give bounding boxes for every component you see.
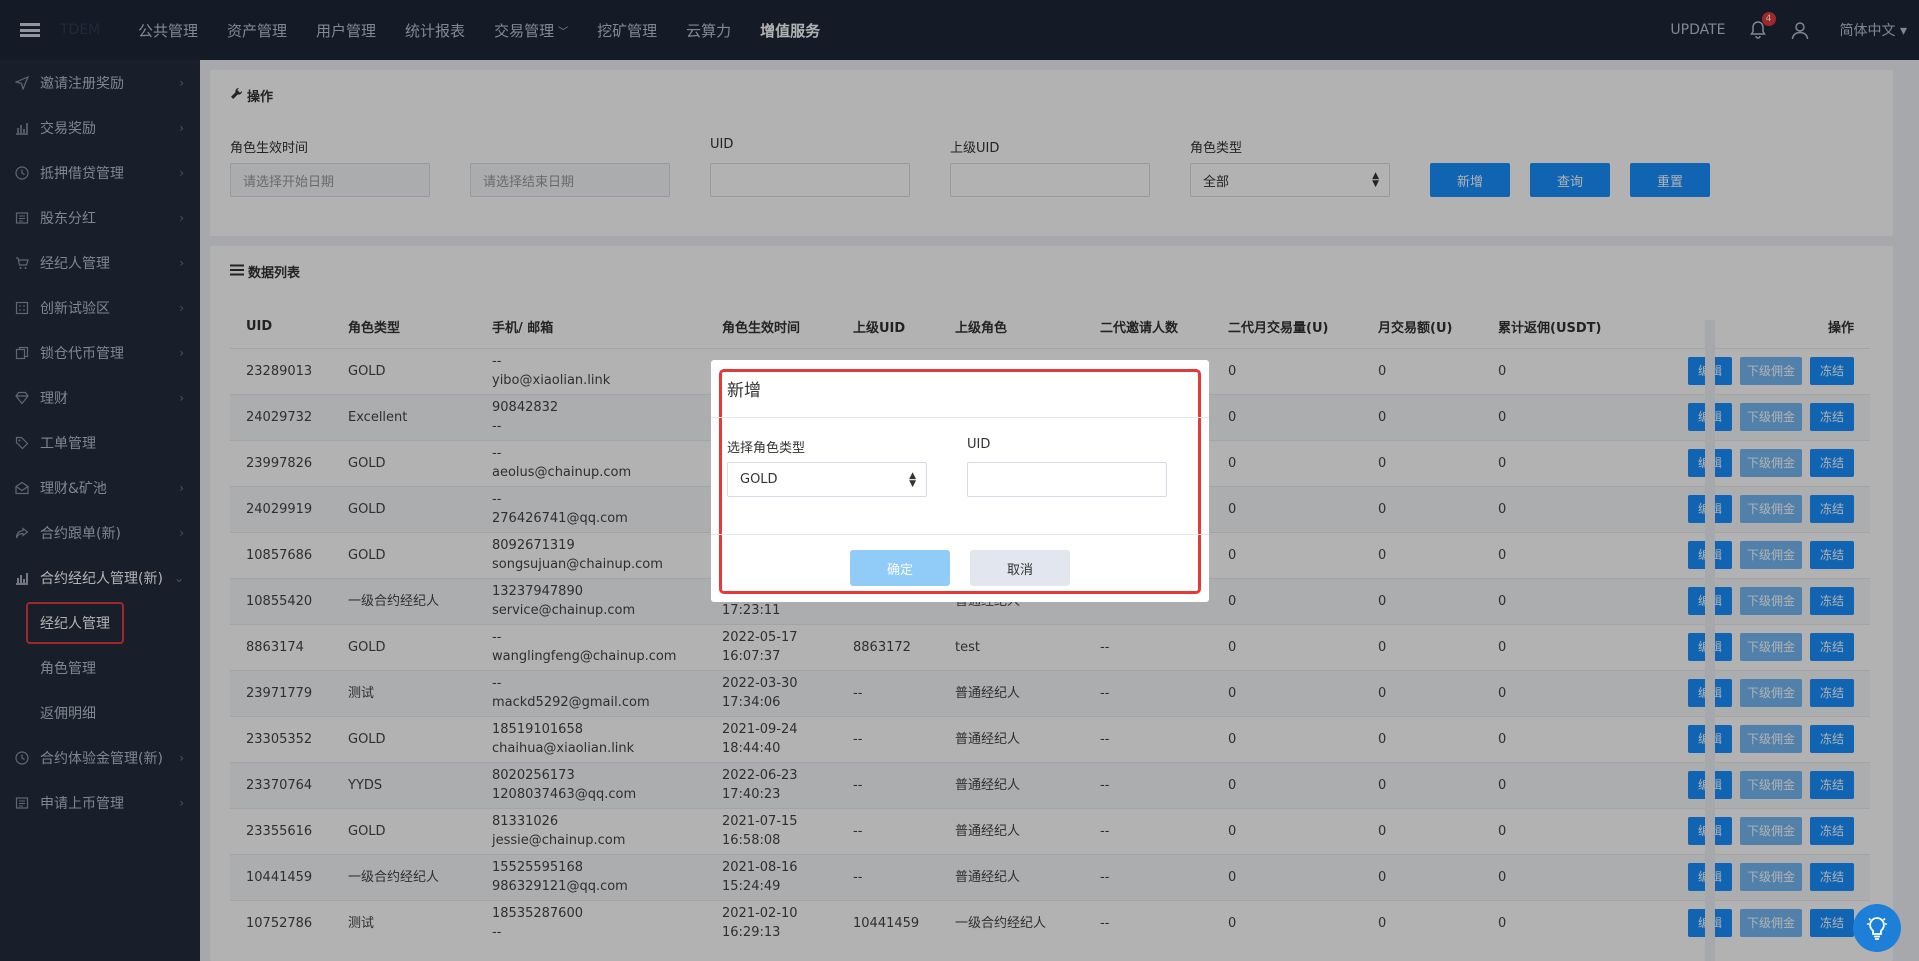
lightbulb-icon[interactable] xyxy=(1853,904,1901,952)
confirm-button[interactable]: 确定 xyxy=(850,550,950,586)
modal-uid-label: UID xyxy=(967,437,991,452)
modal-uid-input[interactable] xyxy=(967,462,1167,497)
role-select-label: 选择角色类型 xyxy=(727,441,806,456)
role-select[interactable]: GOLD ▲ ▼ xyxy=(727,462,927,497)
cancel-button[interactable]: 取消 xyxy=(970,550,1070,586)
sort-arrows-icon: ▲ ▼ xyxy=(909,470,916,489)
add-modal: 新增 选择角色类型 GOLD ▲ ▼ UID 确定 取消 xyxy=(711,360,1209,602)
modal-title: 新增 xyxy=(727,381,761,401)
